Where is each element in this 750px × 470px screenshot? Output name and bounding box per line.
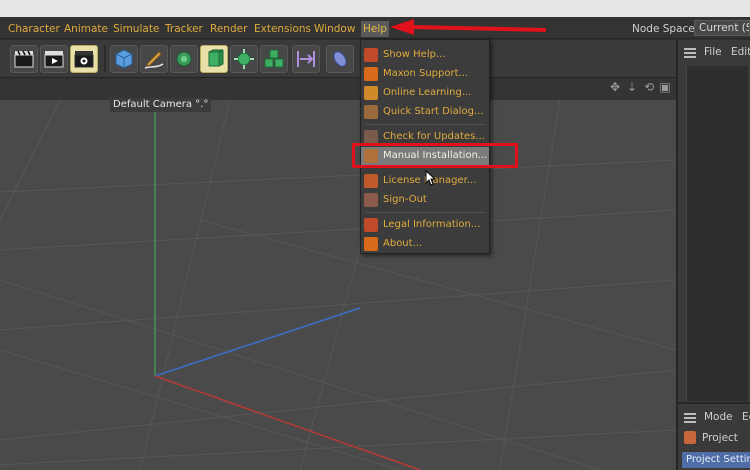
menu-item-label: Quick Start Dialog... <box>383 106 484 117</box>
legal-icon <box>364 218 378 232</box>
red-arrow-icon <box>390 19 547 35</box>
menu-tracker[interactable]: Tracker <box>165 21 203 37</box>
render-settings-icon[interactable] <box>70 45 98 73</box>
menu-bar: Character Animate Simulate Tracker Rende… <box>0 17 750 39</box>
menu-animate[interactable]: Animate <box>64 21 108 37</box>
graduation-cap-icon <box>364 86 378 100</box>
menu-item-label: Sign-Out <box>383 194 427 205</box>
toggle-view-icon[interactable]: ▣ <box>658 80 672 94</box>
menu-item-sign-out[interactable]: Sign-Out <box>361 191 489 209</box>
main-toolbar <box>0 40 676 78</box>
menu-simulate[interactable]: Simulate <box>113 21 159 37</box>
project-label: Project <box>702 432 738 444</box>
project-icon <box>684 431 696 444</box>
mode-menu[interactable]: Mode <box>704 410 733 424</box>
node-space-label: Node Space: <box>632 23 699 35</box>
menu-item-label: Legal Information... <box>383 219 481 230</box>
subdivision-icon[interactable] <box>170 45 198 73</box>
viewport-grid <box>0 100 676 470</box>
array-icon[interactable] <box>260 45 288 73</box>
license-icon <box>364 174 378 188</box>
deformer-icon[interactable] <box>292 45 320 73</box>
menu-window[interactable]: Window <box>314 21 355 37</box>
menu-item-online-learning[interactable]: Online Learning... <box>361 84 489 102</box>
menu-item-label: Online Learning... <box>383 87 472 98</box>
menu-separator <box>365 212 485 213</box>
cube-icon[interactable] <box>110 45 138 73</box>
clapper-icon[interactable] <box>10 45 38 73</box>
camera-label-text: Default Camera <box>113 99 192 110</box>
node-space-dropdown[interactable]: Current (St <box>694 20 750 36</box>
menu-item-quick-start[interactable]: Quick Start Dialog... <box>361 103 489 121</box>
menu-item-show-help[interactable]: Show Help... <box>361 46 489 64</box>
attributes-edit-menu[interactable]: Ec <box>742 410 750 424</box>
menu-item-legal-information[interactable]: Legal Information... <box>361 216 489 234</box>
menu-character[interactable]: Character <box>8 21 60 37</box>
object-list-area[interactable] <box>686 66 748 401</box>
update-icon <box>364 130 378 144</box>
menu-extensions[interactable]: Extensions <box>254 21 311 37</box>
menu-separator <box>365 124 485 125</box>
zoom-view-icon[interactable]: ⇣ <box>625 80 639 94</box>
x-axis-line <box>154 375 421 470</box>
toolbar-separator <box>104 46 106 72</box>
z-axis-line <box>154 307 361 377</box>
menu-help[interactable]: Help <box>361 21 389 37</box>
highlight-box <box>352 143 518 168</box>
file-menu[interactable]: File <box>704 45 722 59</box>
move-view-icon[interactable]: ✥ <box>608 80 622 94</box>
panel-divider <box>678 402 750 404</box>
camera-label-suffix: °.° <box>195 99 209 110</box>
edit-menu[interactable]: Edit <box>731 45 750 59</box>
light-icon[interactable] <box>326 45 354 73</box>
menu-render[interactable]: Render <box>210 21 247 37</box>
menu-item-label: Show Help... <box>383 49 446 60</box>
help-book-icon <box>364 48 378 62</box>
play-clapper-icon[interactable] <box>40 45 68 73</box>
menu-item-maxon-support[interactable]: Maxon Support... <box>361 65 489 83</box>
attributes-hamburger-icon[interactable] <box>684 413 696 423</box>
hamburger-menu-icon[interactable] <box>684 48 696 58</box>
extrude-icon[interactable] <box>200 45 228 73</box>
viewport-header <box>0 78 676 100</box>
project-settings-tab[interactable]: Project Setting <box>682 452 750 468</box>
quick-start-icon <box>364 105 378 119</box>
viewport-3d[interactable] <box>0 100 676 470</box>
object-manager-panel: File Edit Mode Ec Project Project Settin… <box>676 40 750 470</box>
default-camera-label[interactable]: Default Camera °.° <box>110 98 212 112</box>
maxon-logo-icon <box>364 67 378 81</box>
mouse-cursor-icon <box>425 170 437 186</box>
cloner-icon[interactable] <box>230 45 258 73</box>
sign-out-icon <box>364 193 378 207</box>
pen-icon[interactable] <box>140 45 168 73</box>
menu-item-about[interactable]: About... <box>361 235 489 253</box>
menu-item-label: About... <box>383 238 423 249</box>
menu-item-label: Check for Updates... <box>383 131 485 142</box>
rotate-view-icon[interactable]: ⟲ <box>642 80 656 94</box>
maxon-about-icon <box>364 237 378 251</box>
window-top-strip <box>0 0 750 17</box>
menu-item-label: Maxon Support... <box>383 68 469 79</box>
